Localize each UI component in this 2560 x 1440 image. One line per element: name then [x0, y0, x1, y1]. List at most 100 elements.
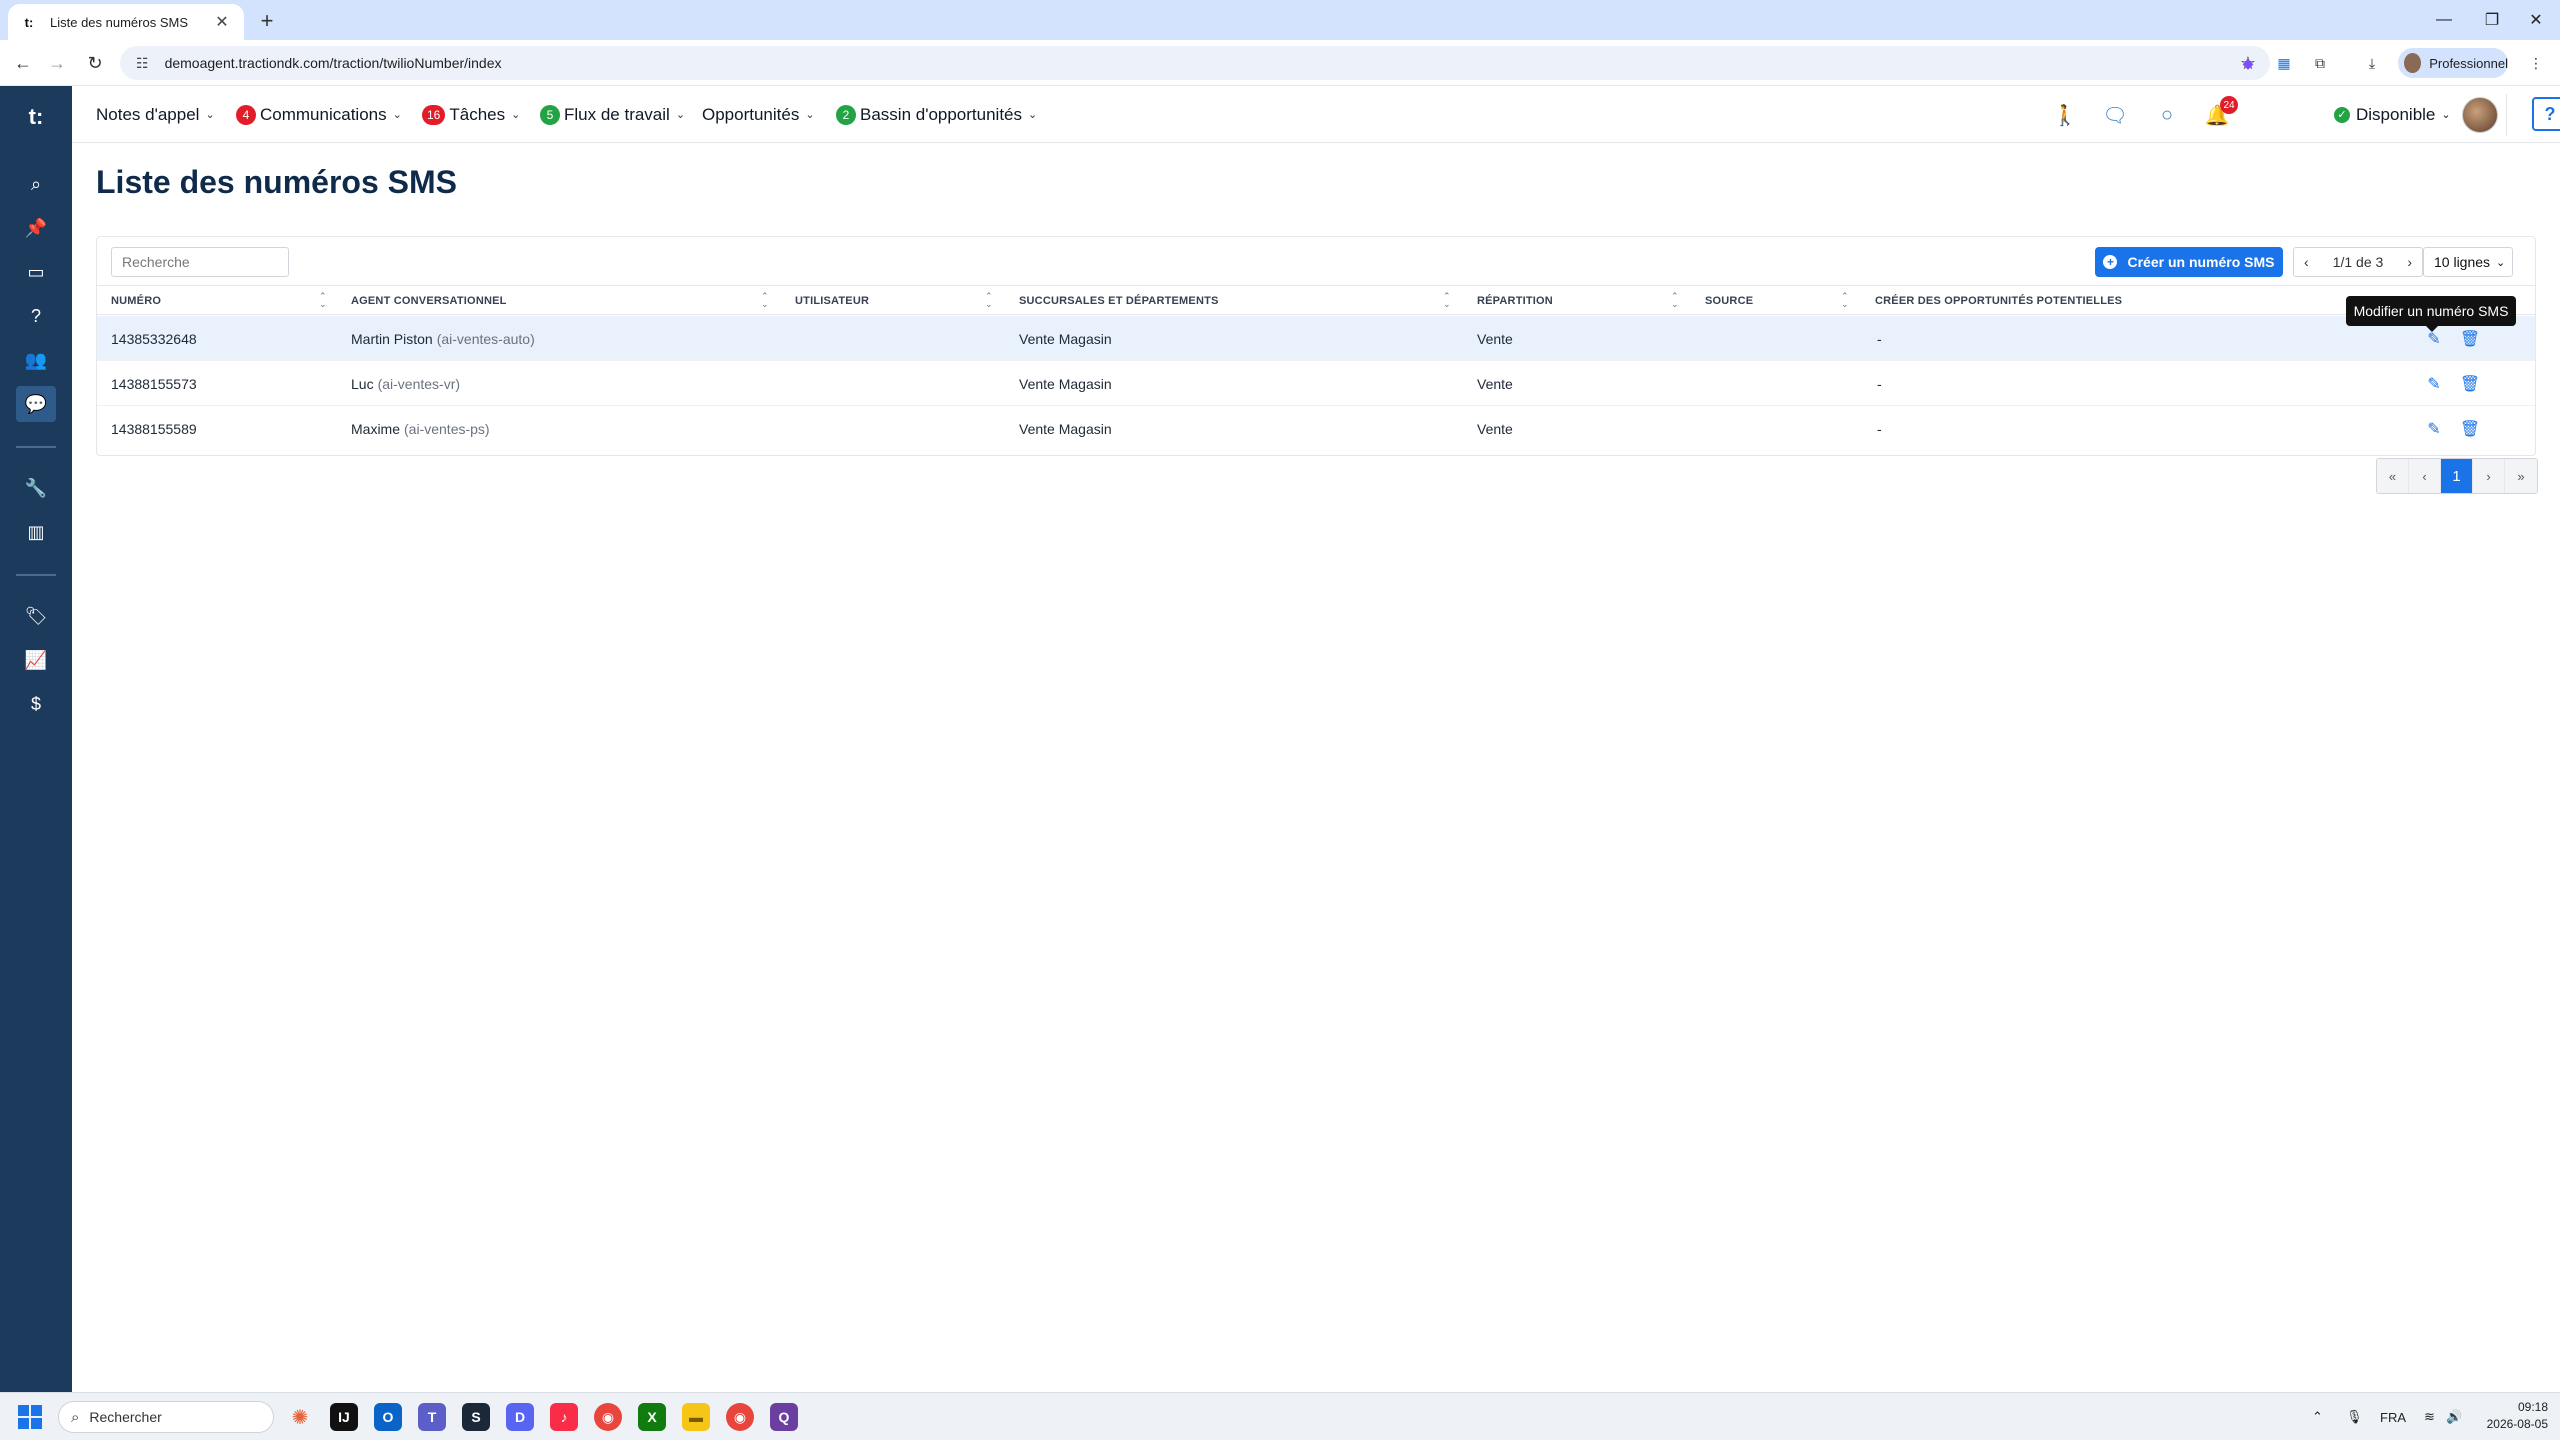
xbox-app-icon[interactable]: X — [638, 1403, 666, 1431]
menu-communications[interactable]: 4 Communications ⌄ — [236, 86, 402, 143]
dollar-icon[interactable]: $ — [0, 686, 72, 722]
col-numero[interactable]: Numéro — [111, 286, 161, 316]
tab-title: Liste des numéros SMS — [50, 14, 189, 30]
prev-page-button[interactable]: ‹ — [2409, 459, 2441, 493]
sort-icon[interactable]: ⌃ ⌄ — [761, 292, 769, 309]
col-source[interactable]: Source — [1705, 286, 1753, 316]
language-indicator[interactable]: FRA — [2380, 1393, 2406, 1440]
download-icon[interactable]: ⤓ — [2360, 52, 2384, 74]
address-bar[interactable]: ☷ demoagent.tractiondk.com/traction/twil… — [120, 46, 2270, 80]
chrome-app-icon[interactable]: ◉ — [594, 1403, 622, 1431]
next-page-button[interactable]: › — [2473, 459, 2505, 493]
col-utilisateur[interactable]: Utilisateur — [795, 286, 869, 316]
calendar-extension-icon[interactable]: ▦ — [2272, 52, 2296, 74]
rows-select-label: 10 lignes — [2434, 254, 2491, 270]
status-dropdown[interactable]: ✓ Disponible ⌄ — [2334, 86, 2451, 143]
cell-succursale: Vente Magasin — [1019, 420, 1112, 437]
extension-icon[interactable]: ◆ — [2236, 52, 2260, 74]
back-icon[interactable]: ← — [8, 48, 38, 78]
chat-icon[interactable]: 💬 — [0, 386, 72, 422]
browser-tab[interactable]: t: Liste des numéros SMS ✕ — [8, 4, 244, 40]
app-logo[interactable]: t: — [0, 102, 72, 132]
monitor-icon[interactable]: ▭ — [0, 254, 72, 290]
microphone-icon[interactable]: 🎙 — [2346, 1393, 2363, 1440]
clock-date: 2026-08-05 — [2486, 1417, 2548, 1431]
sort-icon[interactable]: ⌃ ⌄ — [1841, 292, 1849, 309]
help-circle-icon[interactable]: ? — [0, 298, 72, 334]
profile-button[interactable]: Professionnel — [2398, 48, 2508, 78]
teams-app-icon[interactable]: T — [418, 1403, 446, 1431]
bell-icon[interactable]: 🔔 24 — [2202, 96, 2238, 130]
count-badge: 5 — [540, 104, 560, 125]
close-tab-icon[interactable]: ✕ — [212, 12, 232, 32]
delete-trash-icon[interactable]: 🗑 — [2459, 328, 2481, 350]
edit-pencil-icon[interactable]: ✎ — [2423, 418, 2445, 440]
menu-notes-appel[interactable]: Notes d'appel ⌄ — [96, 86, 215, 143]
delete-trash-icon[interactable]: 🗑 — [2459, 418, 2481, 440]
tag-icon[interactable]: 🏷 — [0, 598, 72, 634]
taskbar-clock[interactable]: 09:18 2026-08-05 — [2476, 1399, 2548, 1433]
wrench-icon[interactable]: 🔧 — [0, 470, 72, 506]
menu-bassin-opportunites[interactable]: 2 Bassin d'opportunités ⌄ — [836, 86, 1037, 143]
minimize-icon[interactable]: — — [2420, 0, 2468, 40]
col-succursales[interactable]: Succursales et départements — [1019, 286, 1219, 316]
discord-app-icon[interactable]: D — [506, 1403, 534, 1431]
taskbar-search[interactable]: ⌕ Rechercher — [58, 1401, 274, 1433]
first-page-button[interactable]: « — [2377, 459, 2409, 493]
sort-icon[interactable]: ⌃ ⌄ — [1671, 292, 1679, 309]
walking-person-icon[interactable]: 🚶 — [2050, 100, 2080, 130]
forward-icon[interactable]: → — [42, 48, 72, 78]
create-sms-number-button[interactable]: + Créer un numéro SMS — [2095, 247, 2283, 277]
file-explorer-icon[interactable]: ▬ — [682, 1403, 710, 1431]
col-repartition[interactable]: Répartition — [1477, 286, 1553, 316]
search-icon[interactable]: ⌕ — [0, 166, 72, 202]
table-row[interactable]: 14388155573 Luc (ai-ventes-vr) Vente Maga… — [97, 361, 2535, 406]
menu-opportunites[interactable]: Opportunités ⌄ — [702, 86, 815, 143]
steam-app-icon[interactable]: S — [462, 1403, 490, 1431]
claude-app-icon[interactable]: ✺ — [286, 1403, 314, 1431]
board-icon[interactable]: ▥ — [0, 514, 72, 550]
help-button[interactable]: ? — [2532, 97, 2560, 131]
chart-icon[interactable]: 📈 — [0, 642, 72, 678]
close-window-icon[interactable]: ✕ — [2512, 0, 2560, 40]
rows-per-page-select[interactable]: 10 lignes ⌄ — [2423, 247, 2513, 277]
cell-agent: Luc (ai-ventes-vr) — [351, 361, 460, 406]
chrome-profile-app-icon[interactable]: ◉ — [726, 1403, 754, 1431]
last-page-button[interactable]: » — [2505, 459, 2537, 493]
app-launcher-icon[interactable]: Q — [770, 1403, 798, 1431]
bot-chat-icon[interactable]: 🗨 — [2100, 100, 2130, 130]
browser-menu-icon[interactable]: ⋮ — [2524, 52, 2548, 74]
site-info-icon[interactable]: ☷ — [136, 55, 149, 72]
pin-icon[interactable]: 📌 — [0, 210, 72, 246]
sort-icon[interactable]: ⌃ ⌄ — [319, 292, 327, 309]
volume-icon[interactable]: 🔊 — [2446, 1393, 2462, 1440]
sort-icon[interactable]: ⌃ ⌄ — [985, 292, 993, 309]
menu-label: Flux de travail — [564, 104, 670, 124]
sort-icon[interactable]: ⌃ ⌄ — [1443, 292, 1451, 309]
next-record-icon[interactable]: › — [2407, 254, 2412, 270]
tray-chevron-icon[interactable]: ⌃ — [2312, 1393, 2323, 1440]
extensions-puzzle-icon[interactable]: ⧉ — [2308, 52, 2332, 74]
prev-record-icon[interactable]: ‹ — [2304, 254, 2309, 270]
user-avatar[interactable] — [2462, 97, 2498, 133]
edit-pencil-icon[interactable]: ✎ — [2423, 373, 2445, 395]
menu-flux-travail[interactable]: 5 Flux de travail ⌄ — [540, 86, 685, 143]
table-row[interactable]: 14385332648 Martin Piston (ai-ventes-auto… — [97, 316, 2535, 361]
music-app-icon[interactable]: ♪ — [550, 1403, 578, 1431]
table-row[interactable]: 14388155589 Maxime (ai-ventes-ps) Vente M… — [97, 406, 2535, 451]
outlook-app-icon[interactable]: O — [374, 1403, 402, 1431]
message-icon[interactable]: ○ — [2152, 100, 2182, 130]
new-tab-button[interactable]: + — [252, 6, 282, 36]
jetbrains-app-icon[interactable]: IJ — [330, 1403, 358, 1431]
delete-trash-icon[interactable]: 🗑 — [2459, 373, 2481, 395]
search-input[interactable] — [111, 247, 289, 277]
windows-start-icon[interactable] — [18, 1405, 42, 1429]
menu-taches[interactable]: 16 Tâches ⌄ — [422, 86, 520, 143]
reload-icon[interactable]: ↻ — [80, 48, 110, 78]
menu-label: Tâches — [449, 104, 506, 124]
restore-icon[interactable]: ❐ — [2468, 0, 2516, 40]
page-1-button[interactable]: 1 — [2441, 459, 2473, 493]
col-agent[interactable]: Agent conversationnel — [351, 286, 507, 316]
wifi-icon[interactable]: ≋ — [2424, 1393, 2435, 1440]
users-icon[interactable]: 👥 — [0, 342, 72, 378]
